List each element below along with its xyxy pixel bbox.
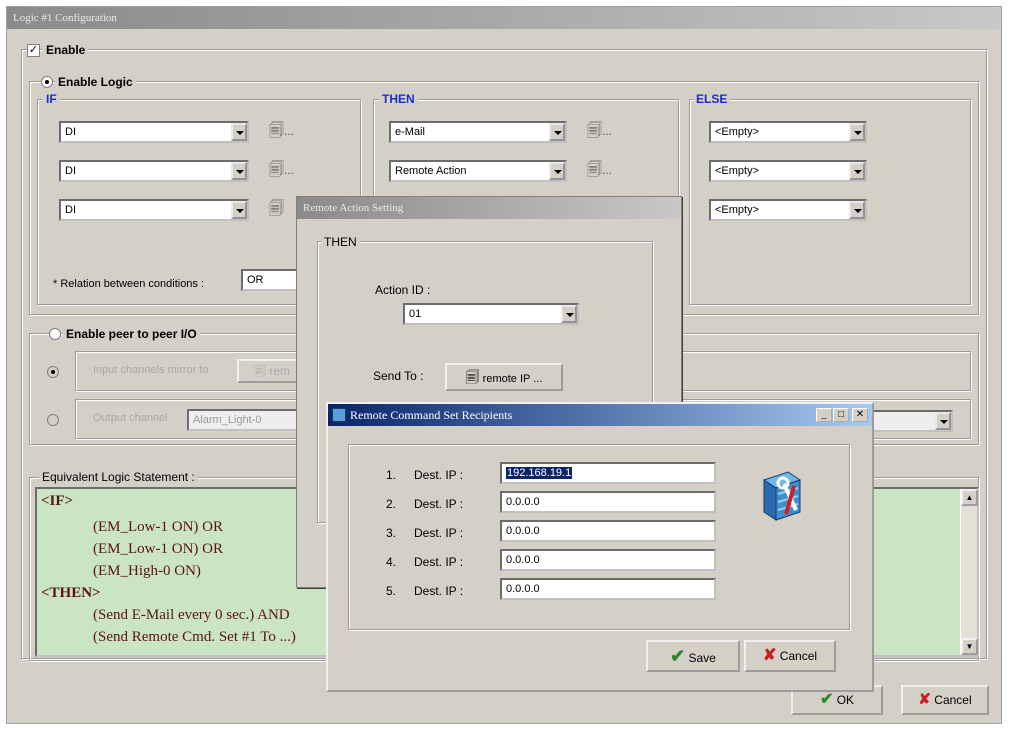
ip-row-3-label: Dest. IP :: [414, 526, 464, 540]
checkmark-icon: ✔: [670, 646, 686, 666]
browse-icon: 🗐: [269, 161, 284, 178]
save-button[interactable]: ✔ Save: [646, 640, 740, 672]
else-action-3-select[interactable]: <Empty>: [709, 199, 867, 221]
else-action-2-select[interactable]: <Empty>: [709, 160, 867, 182]
chevron-down-icon[interactable]: [935, 412, 951, 430]
ip-row-4-num: 4.: [386, 555, 397, 569]
if-condition-2-browse[interactable]: 🗐...: [269, 159, 305, 181]
browse-icon: 🗐: [587, 122, 602, 139]
statement-then-line-1: (Send E-Mail every 0 sec.) AND: [93, 607, 290, 623]
enable-checkbox[interactable]: ✓: [27, 44, 40, 57]
maximize-icon[interactable]: □: [833, 408, 849, 422]
chevron-down-icon[interactable]: [561, 305, 577, 323]
dest-ip-5-input[interactable]: 0.0.0.0: [500, 578, 716, 600]
action-id-select[interactable]: 01: [403, 303, 579, 325]
ip-row-5-num: 5.: [386, 584, 397, 598]
app-icon: [332, 408, 346, 422]
statement-then-keyword: <THEN>: [41, 585, 101, 601]
chevron-down-icon[interactable]: [231, 162, 247, 180]
statement-if-line-1: (EM_Low-1 ON) OR: [93, 519, 223, 535]
ip-row-2-num: 2.: [386, 497, 397, 511]
tools-icon: [762, 471, 802, 521]
main-title: Logic #1 Configuration: [13, 12, 117, 24]
browse-icon: 🗐: [253, 364, 266, 378]
recipients-title: Remote Command Set Recipients: [350, 408, 513, 422]
if-label: IF: [43, 92, 60, 106]
statement-if-line-3: (EM_High-0 ON): [93, 563, 201, 579]
then-action-2-browse[interactable]: 🗐...: [587, 159, 623, 181]
minimize-icon[interactable]: _: [816, 408, 832, 422]
chevron-down-icon[interactable]: [231, 123, 247, 141]
browse-icon: 🗐: [269, 200, 284, 217]
remote-ip-button[interactable]: 🗐 remote IP ...: [445, 363, 563, 391]
ip-row-2-label: Dest. IP :: [414, 497, 464, 511]
browse-icon: 🗐: [587, 161, 602, 178]
action-id-label: Action ID :: [375, 283, 431, 297]
then-action-1-select[interactable]: e-Mail: [389, 121, 567, 143]
recipients-title-bar: Remote Command Set Recipients _ □ ✕: [328, 404, 872, 426]
if-condition-2-select[interactable]: DI: [59, 160, 249, 182]
peer-label: Enable peer to peer I/O: [63, 327, 200, 341]
statement-then-line-2: (Send Remote Cmd. Set #1 To ...): [93, 629, 296, 645]
dest-ip-2-input[interactable]: 0.0.0.0: [500, 491, 716, 513]
ip-row-1-label: Dest. IP :: [414, 468, 464, 482]
output-label: Output channel: [93, 412, 168, 424]
send-to-label: Send To :: [373, 369, 424, 383]
remote-action-title-bar: Remote Action Setting: [297, 197, 681, 219]
then-action-1-browse[interactable]: 🗐...: [587, 120, 623, 142]
enable-label: Enable: [43, 43, 89, 57]
browse-icon: 🗐: [269, 122, 284, 139]
statement-if-keyword: <IF>: [41, 493, 74, 509]
recipients-cancel-button[interactable]: ✘ Cancel: [744, 640, 836, 672]
chevron-down-icon[interactable]: [849, 123, 865, 141]
remote-action-title: Remote Action Setting: [303, 202, 404, 214]
dest-ip-3-input[interactable]: 0.0.0.0: [500, 520, 716, 542]
chevron-down-icon[interactable]: [549, 123, 565, 141]
dest-ip-1-input[interactable]: 192.168.19.1: [500, 462, 716, 484]
x-icon: ✘: [762, 647, 777, 664]
chevron-down-icon[interactable]: [849, 201, 865, 219]
checkmark-icon: ✔: [819, 691, 834, 708]
dest-ip-4-input[interactable]: 0.0.0.0: [500, 549, 716, 571]
cancel-button[interactable]: ✘ Cancel: [901, 685, 989, 715]
output-field[interactable]: Alarm_Light-0: [187, 409, 303, 431]
enable-logic-radio[interactable]: [41, 76, 53, 88]
remote-then-label: THEN: [321, 235, 360, 249]
browse-icon: 🗐: [465, 369, 480, 385]
if-condition-1-select[interactable]: DI: [59, 121, 249, 143]
ip-row-4-label: Dest. IP :: [414, 555, 464, 569]
if-condition-1-browse[interactable]: 🗐...: [269, 120, 305, 142]
else-action-1-select[interactable]: <Empty>: [709, 121, 867, 143]
ip-row-5-label: Dest. IP :: [414, 584, 464, 598]
chevron-down-icon[interactable]: [231, 201, 247, 219]
chevron-down-icon[interactable]: [849, 162, 865, 180]
logic-scrollbar[interactable]: ▲ ▼: [960, 489, 978, 655]
then-label: THEN: [379, 92, 418, 106]
enable-peer-radio[interactable]: [49, 328, 61, 340]
enable-logic-label: Enable Logic: [55, 75, 136, 89]
ip-row-1-num: 1.: [386, 468, 397, 482]
x-icon: ✘: [918, 691, 931, 708]
scroll-up-icon[interactable]: ▲: [961, 489, 978, 506]
main-title-bar: Logic #1 Configuration: [7, 7, 1001, 29]
recipients-dialog: Remote Command Set Recipients _ □ ✕ 1. D…: [326, 402, 874, 692]
close-icon[interactable]: ✕: [852, 408, 868, 422]
then-action-2-select[interactable]: Remote Action: [389, 160, 567, 182]
ip-row-3-num: 3.: [386, 526, 397, 540]
equivalent-label: Equivalent Logic Statement :: [39, 470, 198, 484]
chevron-down-icon[interactable]: [549, 162, 565, 180]
input-mirror-label: Input channels mirror to: [93, 364, 209, 376]
scroll-down-icon[interactable]: ▼: [961, 638, 978, 655]
output-radio[interactable]: [47, 414, 59, 426]
output-right-select[interactable]: [869, 410, 953, 432]
if-condition-3-select[interactable]: DI: [59, 199, 249, 221]
input-mirror-radio[interactable]: [47, 366, 59, 378]
relation-label: * Relation between conditions :: [53, 278, 205, 290]
else-label: ELSE: [693, 92, 731, 106]
statement-if-line-2: (EM_Low-1 ON) OR: [93, 541, 223, 557]
